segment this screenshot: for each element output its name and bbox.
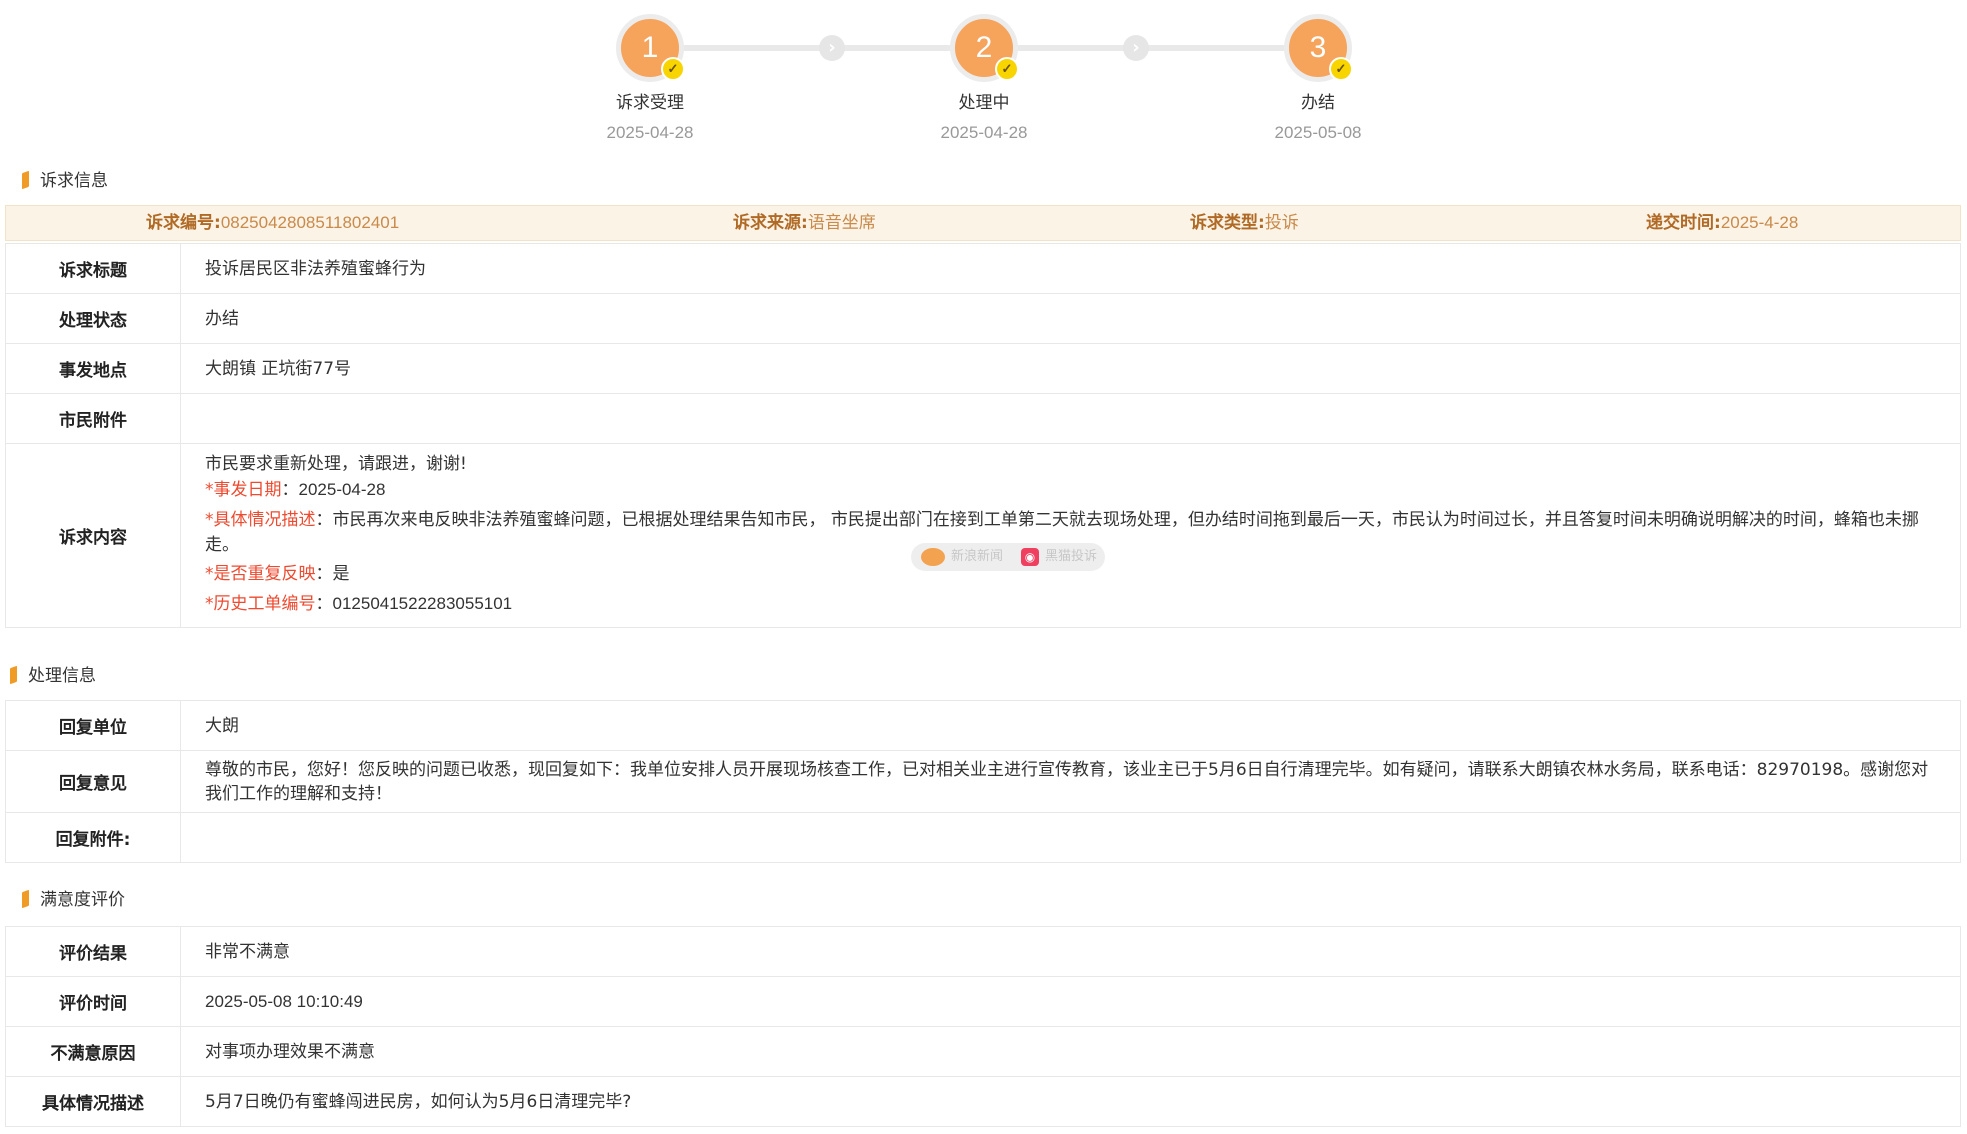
table-row: 市民附件 — [5, 393, 1961, 444]
step-number: 2 — [975, 31, 993, 64]
row-label: 回复单位 — [5, 700, 181, 751]
content-history-value: 0125041522283055101 — [332, 594, 513, 613]
satisfaction-table: 评价结果 非常不满意 评价时间 2025-05-08 10:10:49 不满意原… — [5, 926, 1961, 1127]
progress-stepper: › › 1 ✓ 诉求受理 2025-04-28 2 ✓ 处理中 2025-04-… — [0, 14, 1967, 154]
row-label: 回复附件: — [5, 812, 181, 863]
table-row: 回复意见 尊敬的市民，您好！您反映的问题已收悉，现回复如下：我单位安排人员开展现… — [5, 750, 1961, 813]
step-label: 办结 — [1301, 93, 1335, 113]
complaint-content-value: 市民要求重新处理，请跟进，谢谢! *事发日期：2025-04-28 *具体情况描… — [180, 443, 1961, 628]
row-label: 诉求内容 — [5, 443, 181, 628]
dissatisfaction-reason-value: 对事项办理效果不满意 — [180, 1026, 1961, 1077]
step-date: 2025-04-28 — [940, 123, 1028, 142]
summary-id-value: 0825042808511802401 — [220, 213, 400, 232]
section-title-text: 诉求信息 — [40, 171, 108, 191]
summary-type-value: 投诉 — [1264, 213, 1299, 233]
step-number: 1 — [641, 31, 659, 64]
handling-info-table: 回复单位 大朗 回复意见 尊敬的市民，您好！您反映的问题已收悉，现回复如下：我单… — [5, 700, 1961, 863]
step-2: 2 ✓ 处理中 2025-04-28 — [884, 14, 1084, 143]
section-title-satisfaction: 满意度评价 — [22, 887, 125, 913]
watermark-left-text: 新浪新闻 — [951, 549, 1004, 564]
rating-time-value: 2025-05-08 10:10:49 — [180, 976, 1961, 1027]
complaint-summary-bar: 诉求编号:0825042808511802401 诉求来源:语音坐席 诉求类型:… — [5, 205, 1961, 241]
section-marker-icon — [10, 665, 17, 685]
table-row: 处理状态 办结 — [5, 293, 1961, 344]
table-row: 不满意原因 对事项办理效果不满意 — [5, 1026, 1961, 1077]
section-marker-icon — [22, 889, 29, 909]
row-label: 市民附件 — [5, 393, 181, 444]
watermark-right-text: 黑猫投诉 — [1045, 549, 1098, 564]
row-label: 具体情况描述 — [5, 1076, 181, 1127]
table-row: 诉求内容 市民要求重新处理，请跟进，谢谢! *事发日期：2025-04-28 *… — [5, 443, 1961, 628]
content-date-value: 2025-04-28 — [298, 480, 386, 499]
checkmark-icon: ✓ — [995, 57, 1019, 81]
row-label: 评价结果 — [5, 926, 181, 977]
eye-logo-icon: ◉ — [1021, 548, 1039, 566]
complaint-attachment-value — [180, 393, 1961, 444]
summary-type-label: 诉求类型: — [1190, 213, 1265, 233]
step-label: 处理中 — [958, 93, 1010, 113]
summary-time: 递交时间:2025-4-28 — [1646, 206, 1798, 240]
content-date-line: *事发日期：2025-04-28 — [205, 480, 386, 500]
section-title-handling: 处理信息 — [10, 663, 96, 689]
content-history-line: *历史工单编号：0125041522283055101 — [205, 594, 513, 614]
chevron-right-icon: › — [819, 35, 845, 61]
table-row: 诉求标题 投诉居民区非法养殖蜜蜂行为 — [5, 243, 1961, 294]
step-1: 1 ✓ 诉求受理 2025-04-28 — [550, 14, 750, 143]
step-circle: 1 ✓ — [616, 14, 685, 82]
table-row: 评价结果 非常不满意 — [5, 926, 1961, 977]
step-number: 3 — [1309, 31, 1327, 64]
step-3: 3 ✓ 办结 2025-05-08 — [1218, 14, 1418, 143]
chevron-right-icon: › — [1123, 35, 1149, 61]
reply-opinion-value: 尊敬的市民，您好！您反映的问题已收悉，现回复如下：我单位安排人员开展现场核查工作… — [180, 750, 1961, 813]
step-date: 2025-05-08 — [1274, 123, 1362, 142]
rating-result-value: 非常不满意 — [180, 926, 1961, 977]
row-label: 事发地点 — [5, 343, 181, 394]
complaint-title-value: 投诉居民区非法养殖蜜蜂行为 — [180, 243, 1961, 294]
step-label: 诉求受理 — [616, 93, 684, 113]
complaint-detail-page: › › 1 ✓ 诉求受理 2025-04-28 2 ✓ 处理中 2025-04-… — [0, 0, 1967, 1134]
row-label: 处理状态 — [5, 293, 181, 344]
content-date-key: *事发日期 — [205, 480, 282, 500]
section-title-text: 处理信息 — [28, 666, 96, 686]
row-label: 不满意原因 — [5, 1026, 181, 1077]
step-date: 2025-04-28 — [606, 123, 694, 142]
watermark: 新浪新闻 ◉ 黑猫投诉 — [911, 543, 1105, 571]
section-title-text: 满意度评价 — [40, 890, 125, 910]
checkmark-icon: ✓ — [1329, 57, 1353, 81]
reply-attachment-value — [180, 812, 1961, 863]
section-marker-icon — [22, 170, 29, 190]
row-label: 评价时间 — [5, 976, 181, 1027]
reply-unit-value: 大朗 — [180, 700, 1961, 751]
complaint-status-value: 办结 — [180, 293, 1961, 344]
table-row: 回复附件: — [5, 812, 1961, 863]
summary-time-value: 2025-4-28 — [1720, 213, 1799, 232]
rating-desc-value: 5月7日晚仍有蜜蜂闯进民房，如何认为5月6日清理完毕? — [180, 1076, 1961, 1127]
table-row: 评价时间 2025-05-08 10:10:49 — [5, 976, 1961, 1027]
complaint-location-value: 大朗镇 正坑街77号 — [180, 343, 1961, 394]
table-row: 回复单位 大朗 — [5, 700, 1961, 751]
checkmark-icon: ✓ — [661, 57, 685, 81]
sina-logo-icon — [921, 548, 945, 566]
row-label: 回复意见 — [5, 750, 181, 813]
summary-source: 诉求来源:语音坐席 — [733, 206, 876, 240]
content-intro: 市民要求重新处理，请跟进，谢谢! — [205, 454, 467, 474]
content-repeat-key: *是否重复反映 — [205, 564, 316, 584]
summary-type: 诉求类型:投诉 — [1190, 206, 1299, 240]
summary-id: 诉求编号:0825042808511802401 — [146, 206, 399, 240]
summary-source-value: 语音坐席 — [807, 213, 876, 233]
section-title-complaint: 诉求信息 — [22, 168, 108, 194]
table-row: 事发地点 大朗镇 正坑街77号 — [5, 343, 1961, 394]
content-history-key: *历史工单编号 — [205, 594, 316, 614]
summary-id-label: 诉求编号: — [146, 213, 221, 233]
row-label: 诉求标题 — [5, 243, 181, 294]
summary-source-label: 诉求来源: — [733, 213, 808, 233]
content-desc-key: *具体情况描述 — [205, 510, 316, 530]
table-row: 具体情况描述 5月7日晚仍有蜜蜂闯进民房，如何认为5月6日清理完毕? — [5, 1076, 1961, 1127]
step-circle: 2 ✓ — [950, 14, 1019, 82]
content-repeat-value: 是 — [332, 564, 350, 584]
summary-time-label: 递交时间: — [1646, 213, 1721, 233]
step-circle: 3 ✓ — [1284, 14, 1353, 82]
